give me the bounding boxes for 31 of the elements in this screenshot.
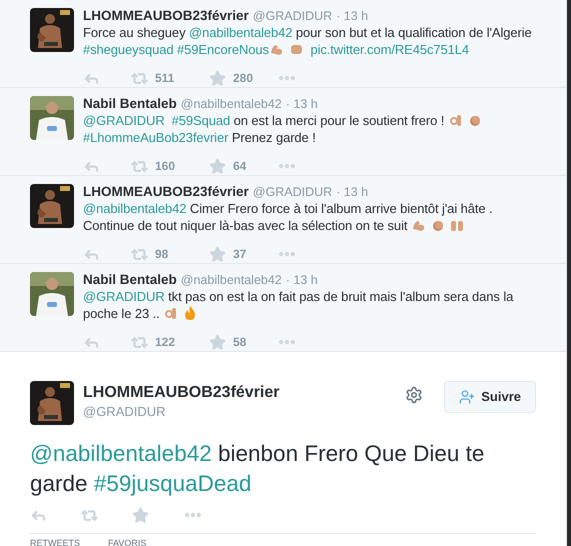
favorite-count: 280 (233, 70, 254, 87)
follow-button[interactable]: Suivre (444, 381, 536, 413)
retweet-count: 511 (155, 70, 174, 87)
favorite-count: 37 (233, 246, 246, 263)
stat-label: FAVORIS (108, 538, 146, 546)
stat-label: RETWEETS (30, 538, 80, 546)
tweet-text: @nabilbentaleb42 Cimer Frero force à toi l'album arrive bientôt j'ai hâte . Continue de tout niquer là-bas avec la sélection on te suit (83, 200, 494, 234)
author-name[interactable]: Nabil Bentaleb (83, 96, 177, 112)
favorite-count: 64 (233, 158, 246, 175)
tweet-text: @GRADIDUR tkt pas on est la on fait pas de bruit mais l'album sera dans la poche le 23 .. (83, 288, 514, 322)
tweet-text: Force au sheguey @nabilbentaleb42 pour son but et la qualification de l'Algerie #shegueysquad #59EncoreNous pic.twitter.com/RE45c751L4 (83, 24, 533, 58)
favorite-icon[interactable] (209, 70, 226, 86)
settings-icon[interactable] (405, 386, 424, 404)
retweet-count: 122 (155, 334, 176, 351)
author-name[interactable]: LHOMMEAUBOB23février (83, 184, 249, 200)
author-name[interactable]: Nabil Bentaleb (83, 272, 177, 288)
favorite-icon[interactable] (209, 158, 226, 174)
tweet-text: @GRADIDUR #59Squad on est la merci pour le soutient frero ! #LhommeAuBob23fevrier Prenez garde ! (83, 112, 539, 146)
retweet-count: 98 (155, 246, 168, 263)
favorite-icon[interactable] (132, 506, 149, 524)
favorite-count: 58 (233, 334, 246, 351)
add-user-icon (459, 389, 476, 405)
favorite-icon[interactable] (209, 334, 226, 350)
favorite-icon[interactable] (209, 246, 226, 262)
tweet-text: @nabilbentaleb42 bienbon Frero Que Dieu te garde #59jusquaDead (30, 440, 486, 498)
author-name[interactable]: LHOMMEAUBOB23février (83, 383, 396, 402)
author-name[interactable]: LHOMMEAUBOB23février (83, 8, 249, 24)
reply-tweet[interactable]: Nabil Bentaleb @nabilbentaleb42 · 13 h @GRADIDUR #59Squad on est la merci pour le soutient frero ! #LhommeAuBob23fevrier Prenez garde ! 160 64 (0, 88, 566, 176)
retweet-count: 160 (155, 158, 176, 175)
reply-tweet[interactable]: LHOMMEAUBOB23février @GRADIDUR · 13 h @nabilbentaleb42 Cimer Frero force à toi l'album arrive bientôt j'ai hâte . Continue de tout niquer là-bas avec la sélection on te suit 98 37 (0, 176, 566, 264)
reply-tweet[interactable]: LHOMMEAUBOB23février @GRADIDUR · 13 h Force au sheguey @nabilbentaleb42 pour son but et la qualification de l'Algerie #shegueysquad #59EncoreNous pic.twitter.com/RE45c751L4 511 280 (0, 0, 566, 88)
